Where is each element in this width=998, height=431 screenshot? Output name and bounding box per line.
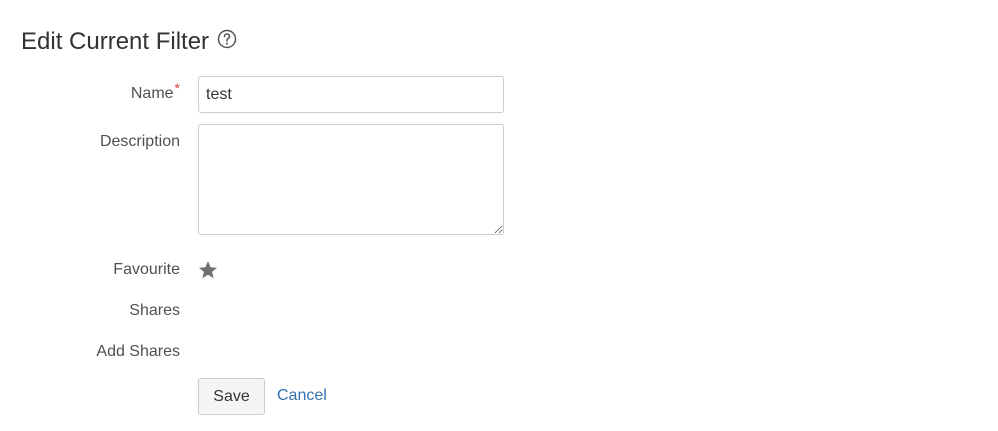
required-mark: *: [174, 80, 180, 96]
shares-label: Shares: [129, 302, 180, 319]
description-label: Description: [99, 133, 180, 150]
add-shares-label: Add Shares: [96, 343, 180, 360]
favourite-star-icon[interactable]: [197, 259, 219, 281]
save-button[interactable]: Save: [198, 378, 265, 415]
description-textarea[interactable]: [198, 124, 504, 235]
page-header: Edit Current Filter: [21, 26, 237, 58]
name-input[interactable]: [198, 76, 504, 113]
help-icon[interactable]: [217, 29, 237, 49]
page-title: Edit Current Filter: [21, 28, 210, 55]
name-label: Name*: [130, 80, 180, 103]
name-label-text: Name: [130, 85, 174, 102]
cancel-link[interactable]: Cancel: [277, 387, 327, 405]
favourite-label: Favourite: [113, 261, 180, 278]
